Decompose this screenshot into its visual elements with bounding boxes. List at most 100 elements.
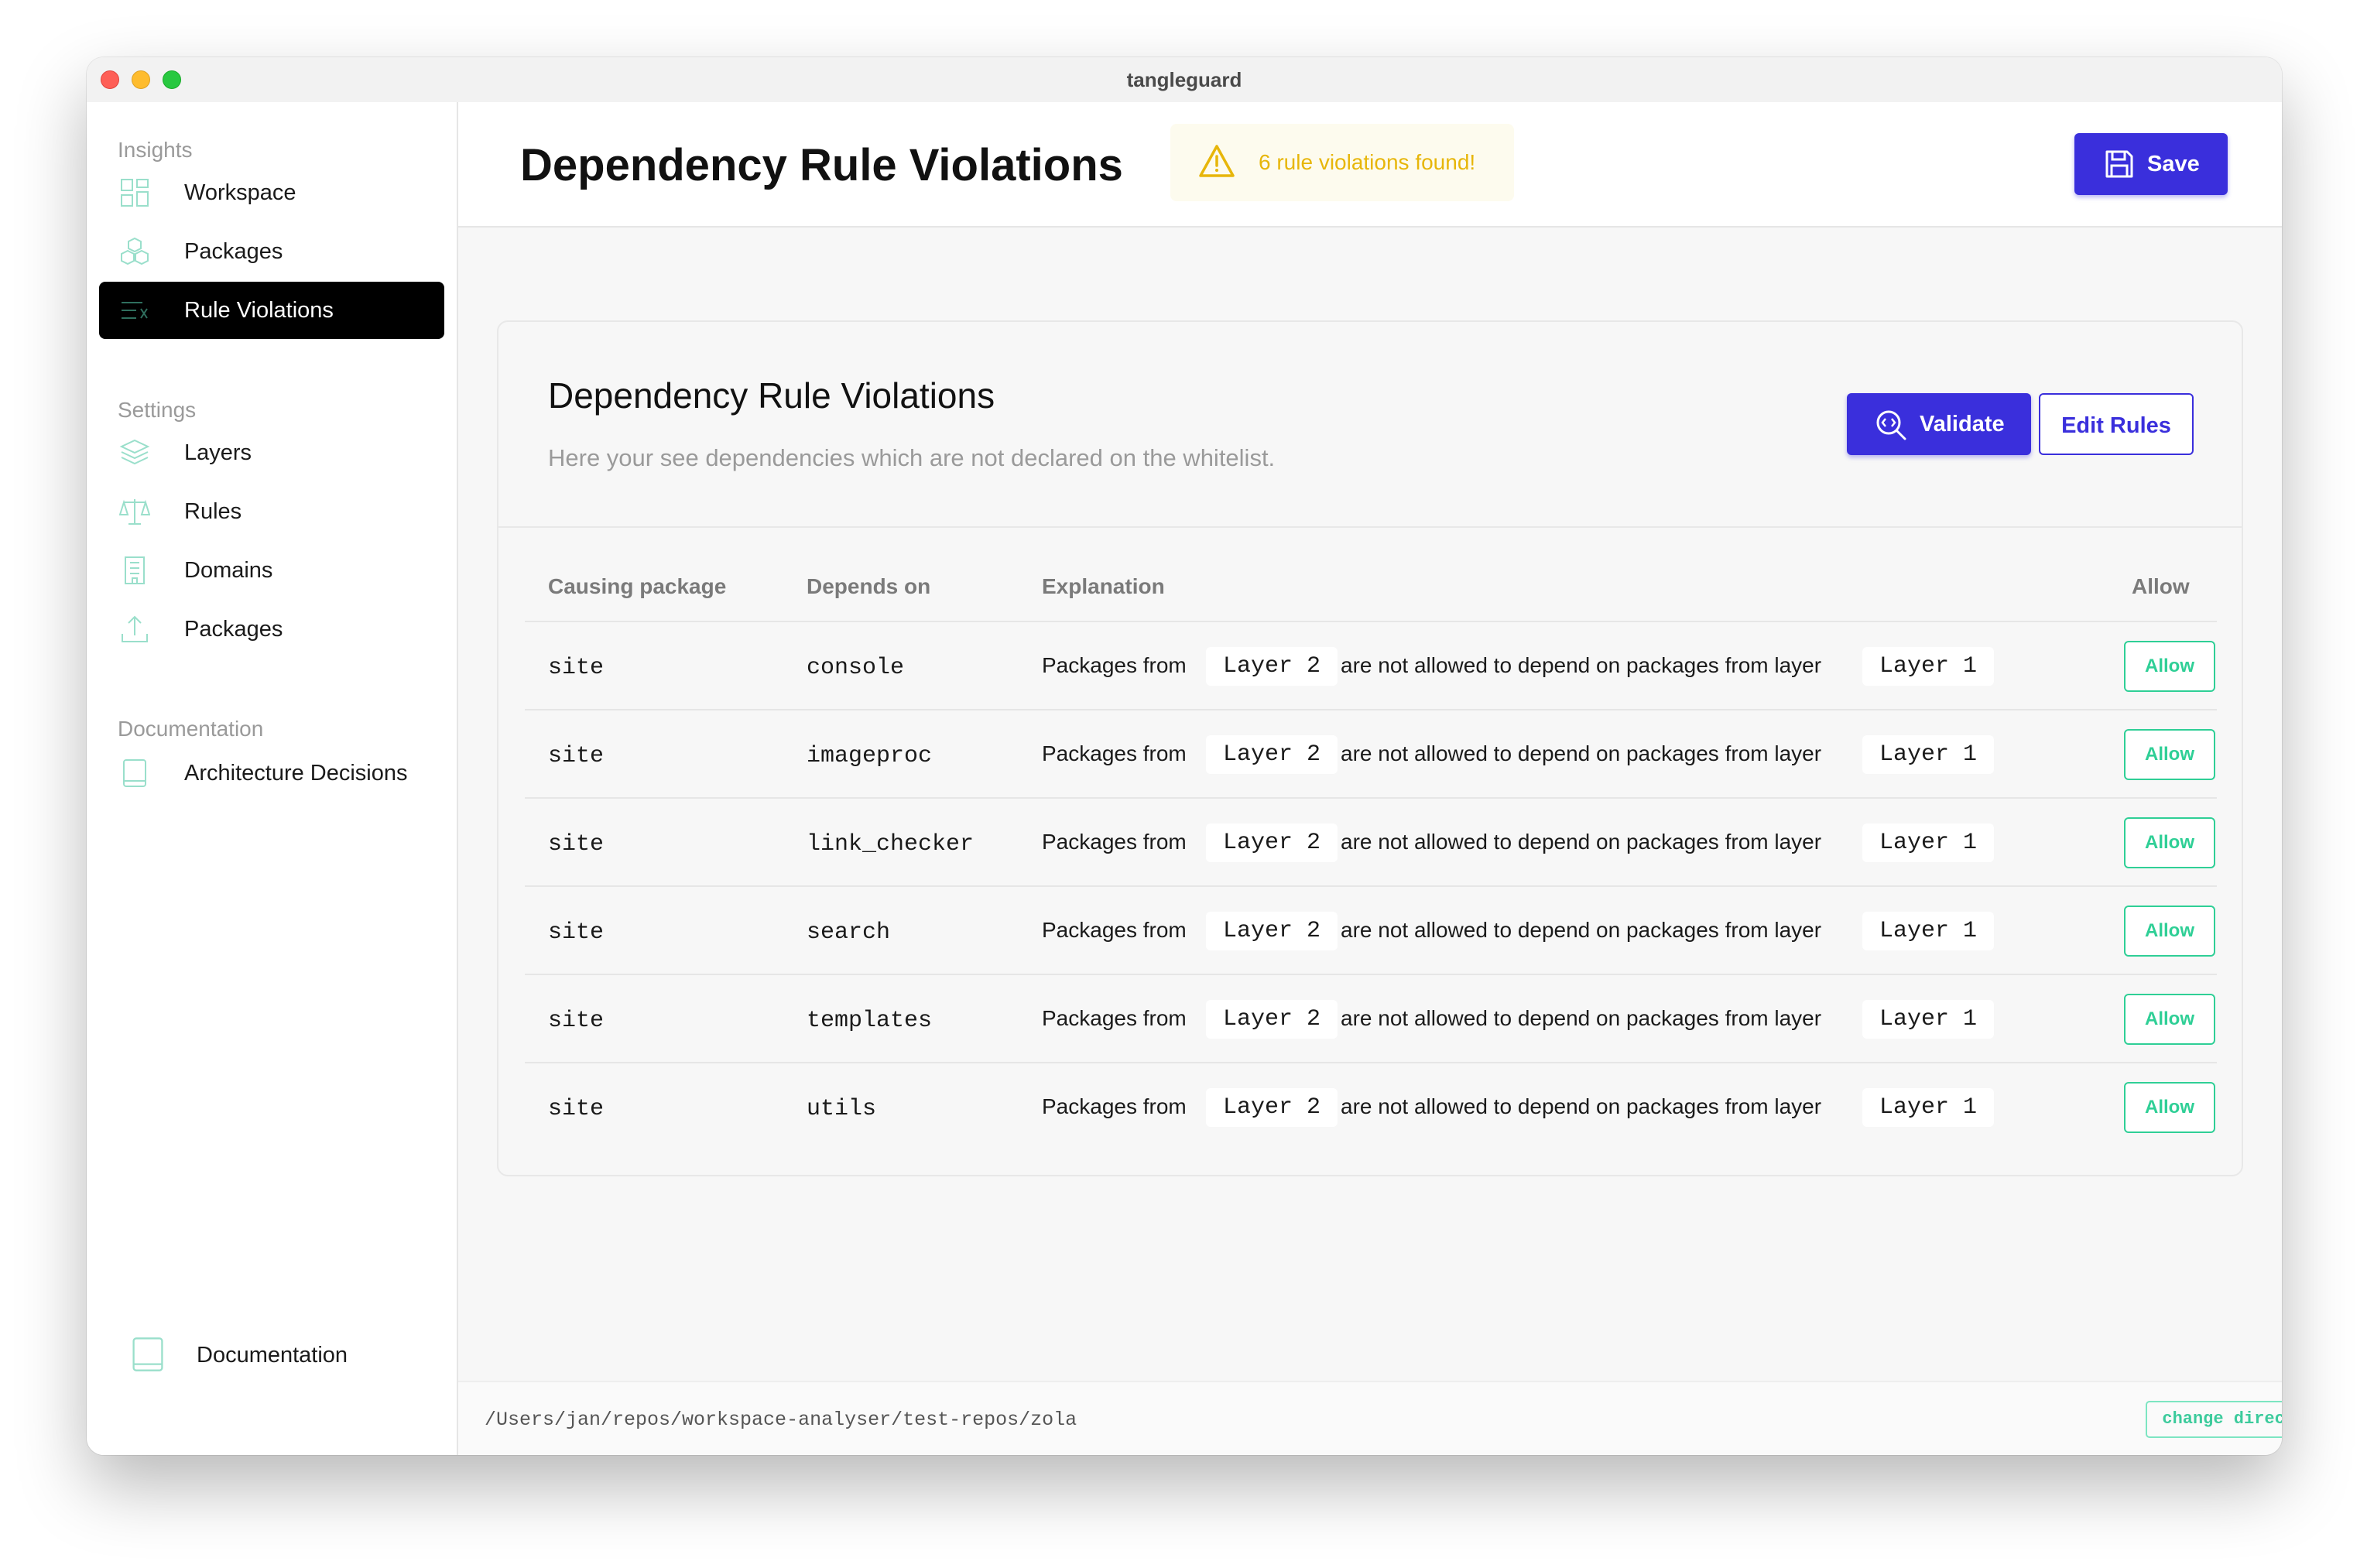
explanation-middle: are not allowed to depend on packages fr… — [1341, 653, 1822, 677]
workspace-path: /Users/jan/repos/workspace-analyser/test… — [485, 1409, 1077, 1431]
from-layer-tag: Layer 2 — [1206, 647, 1338, 686]
to-layer-tag: Layer 1 — [1862, 912, 1995, 950]
explanation-prefix: Packages from — [1042, 1094, 1187, 1118]
sidebar-item-workspace[interactable]: Workspace — [99, 164, 444, 221]
scale-icon — [119, 499, 150, 525]
floppy-disk-icon — [2105, 150, 2133, 178]
table-row: site imageproc Packages from Layer 2 are… — [525, 709, 2217, 797]
explanation-middle: are not allowed to depend on packages fr… — [1341, 918, 1822, 942]
to-layer-tag: Layer 1 — [1862, 1000, 1995, 1039]
minimize-window-button[interactable] — [132, 70, 150, 89]
sidebar-item-rules[interactable]: Rules — [99, 483, 444, 540]
sidebar-item-label: Packages — [184, 238, 283, 264]
building-icon — [125, 556, 145, 584]
window-title: tangleguard — [1126, 67, 1242, 91]
close-window-button[interactable] — [101, 70, 119, 89]
column-header-explanation: Explanation — [1042, 574, 1165, 598]
header: Dependency Rule Violations 6 rule violat… — [458, 102, 2282, 228]
change-directory-button[interactable]: change directory — [2146, 1401, 2282, 1438]
sidebar-item-label: Documentation — [197, 1342, 348, 1368]
from-layer-tag: Layer 2 — [1206, 735, 1338, 774]
explanation-prefix: Packages from — [1042, 830, 1187, 854]
validate-button[interactable]: Validate — [1847, 393, 2031, 455]
grid-icon — [121, 179, 149, 207]
sidebar-item-domains[interactable]: Domains — [99, 542, 444, 599]
allow-button[interactable]: Allow — [2124, 994, 2215, 1045]
app-window: tangleguard Insights Workspace Packages — [87, 57, 2282, 1455]
depends-on-cell: imageproc — [807, 743, 933, 769]
edit-rules-button-label: Edit Rules — [2061, 413, 2171, 438]
allow-button[interactable]: Allow — [2124, 1082, 2215, 1133]
sidebar-item-label: Packages — [184, 616, 283, 642]
sidebar-item-packages[interactable]: Packages — [99, 223, 444, 280]
card-subtitle: Here your see dependencies which are not… — [548, 444, 1276, 471]
allow-button[interactable]: Allow — [2124, 817, 2215, 868]
explanation-middle: are not allowed to depend on packages fr… — [1341, 830, 1822, 854]
table-row: site console Packages from Layer 2 are n… — [525, 621, 2217, 709]
main-content: Dependency Rule Violations 6 rule violat… — [458, 102, 2282, 1455]
alert-text: 6 rule violations found! — [1259, 150, 1476, 174]
sidebar-item-label: Layers — [184, 440, 252, 465]
warning-icon — [1199, 145, 1235, 177]
allow-button[interactable]: Allow — [2124, 906, 2215, 957]
column-header-depends-on: Depends on — [807, 574, 931, 598]
violations-card: Dependency Rule Violations Here your see… — [497, 320, 2243, 1176]
edit-rules-button[interactable]: Edit Rules — [2039, 393, 2194, 455]
book-icon — [132, 1337, 163, 1371]
sidebar-section-documentation: Documentation — [118, 717, 264, 741]
causing-package-cell: site — [548, 1008, 605, 1034]
sidebar-item-architecture-decisions[interactable]: Architecture Decisions — [99, 745, 444, 802]
explanation-prefix: Packages from — [1042, 1006, 1187, 1030]
search-code-icon — [1876, 410, 1906, 440]
sidebar-item-rule-violations[interactable]: Rule Violations — [99, 282, 444, 339]
causing-package-cell: site — [548, 919, 605, 946]
sidebar-item-label: Workspace — [184, 180, 296, 205]
sidebar-item-label: Rules — [184, 498, 242, 524]
violations-alert: 6 rule violations found! — [1170, 124, 1514, 201]
save-button-label: Save — [2147, 152, 2200, 176]
status-bar: /Users/jan/repos/workspace-analyser/test… — [458, 1381, 2282, 1455]
column-header-causing-package: Causing package — [548, 574, 727, 598]
explanation-middle: are not allowed to depend on packages fr… — [1341, 1094, 1822, 1118]
explanation-middle: are not allowed to depend on packages fr… — [1341, 741, 1822, 765]
depends-on-cell: console — [807, 655, 905, 681]
allow-button[interactable]: Allow — [2124, 729, 2215, 780]
depends-on-cell: templates — [807, 1008, 933, 1034]
explanation-prefix: Packages from — [1042, 741, 1187, 765]
sidebar: Insights Workspace Packages Rule Violati… — [87, 102, 458, 1455]
depends-on-cell: link_checker — [807, 831, 975, 858]
sidebar-item-layers[interactable]: Layers — [99, 424, 444, 481]
zoom-window-button[interactable] — [163, 70, 181, 89]
save-button[interactable]: Save — [2074, 133, 2228, 195]
depends-on-cell: search — [807, 919, 891, 946]
validate-button-label: Validate — [1920, 412, 2005, 437]
causing-package-cell: site — [548, 1096, 605, 1122]
table-row: site templates Packages from Layer 2 are… — [525, 974, 2217, 1062]
sidebar-section-settings: Settings — [118, 398, 197, 422]
sidebar-item-packages-settings[interactable]: Packages — [99, 601, 444, 658]
to-layer-tag: Layer 1 — [1862, 647, 1995, 686]
table-row: site utils Packages from Layer 2 are not… — [525, 1062, 2217, 1150]
from-layer-tag: Layer 2 — [1206, 823, 1338, 862]
explanation-prefix: Packages from — [1042, 653, 1187, 677]
sidebar-item-label: Architecture Decisions — [184, 760, 408, 786]
book-icon — [123, 759, 146, 787]
traffic-lights — [101, 70, 181, 89]
from-layer-tag: Layer 2 — [1206, 1000, 1338, 1039]
depends-on-cell: utils — [807, 1096, 877, 1122]
to-layer-tag: Layer 1 — [1862, 1088, 1995, 1127]
causing-package-cell: site — [548, 655, 605, 681]
sidebar-item-label: Domains — [184, 557, 273, 583]
from-layer-tag: Layer 2 — [1206, 912, 1338, 950]
causing-package-cell: site — [548, 831, 605, 858]
cubes-icon — [121, 237, 149, 265]
to-layer-tag: Layer 1 — [1862, 823, 1995, 862]
sidebar-section-insights: Insights — [118, 138, 193, 162]
column-header-allow: Allow — [2132, 574, 2190, 598]
allow-button[interactable]: Allow — [2124, 641, 2215, 692]
table-row: site search Packages from Layer 2 are no… — [525, 885, 2217, 974]
sidebar-footer-documentation[interactable]: Documentation — [99, 1327, 444, 1384]
page-title: Dependency Rule Violations — [520, 140, 1123, 190]
explanation-prefix: Packages from — [1042, 918, 1187, 942]
explanation-middle: are not allowed to depend on packages fr… — [1341, 1006, 1822, 1030]
